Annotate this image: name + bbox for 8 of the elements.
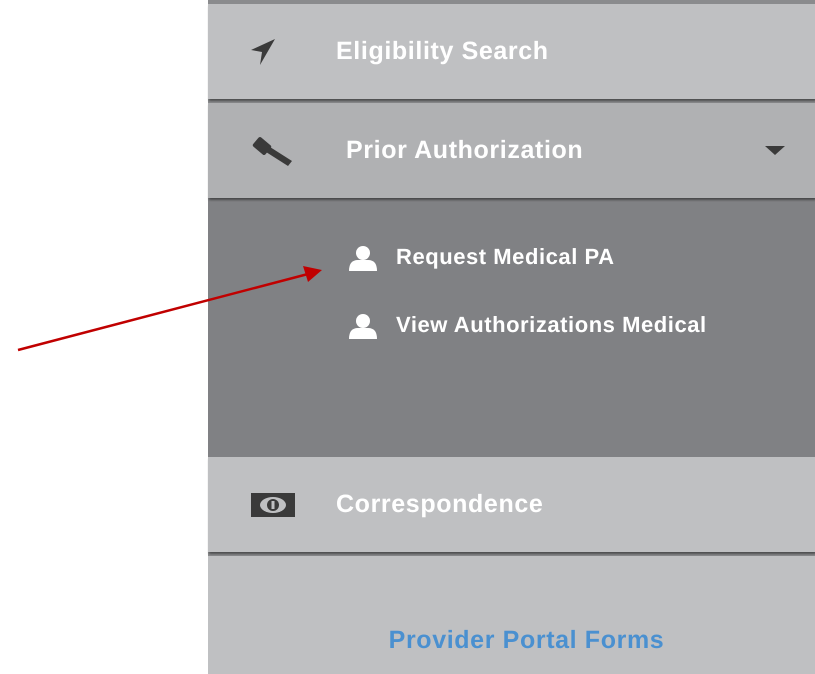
provider-forms-link[interactable]: Provider Portal Forms	[388, 622, 664, 660]
user-icon	[348, 313, 378, 340]
banknote-icon	[250, 492, 296, 518]
user-icon	[348, 245, 378, 272]
submenu-item[interactable]: View Authorizations Medical	[348, 302, 795, 348]
nav-group-header[interactable]: Prior Authorization	[208, 103, 815, 198]
location-arrow-icon	[250, 38, 276, 66]
submenu-item[interactable]: Request Medical PA	[348, 234, 795, 280]
